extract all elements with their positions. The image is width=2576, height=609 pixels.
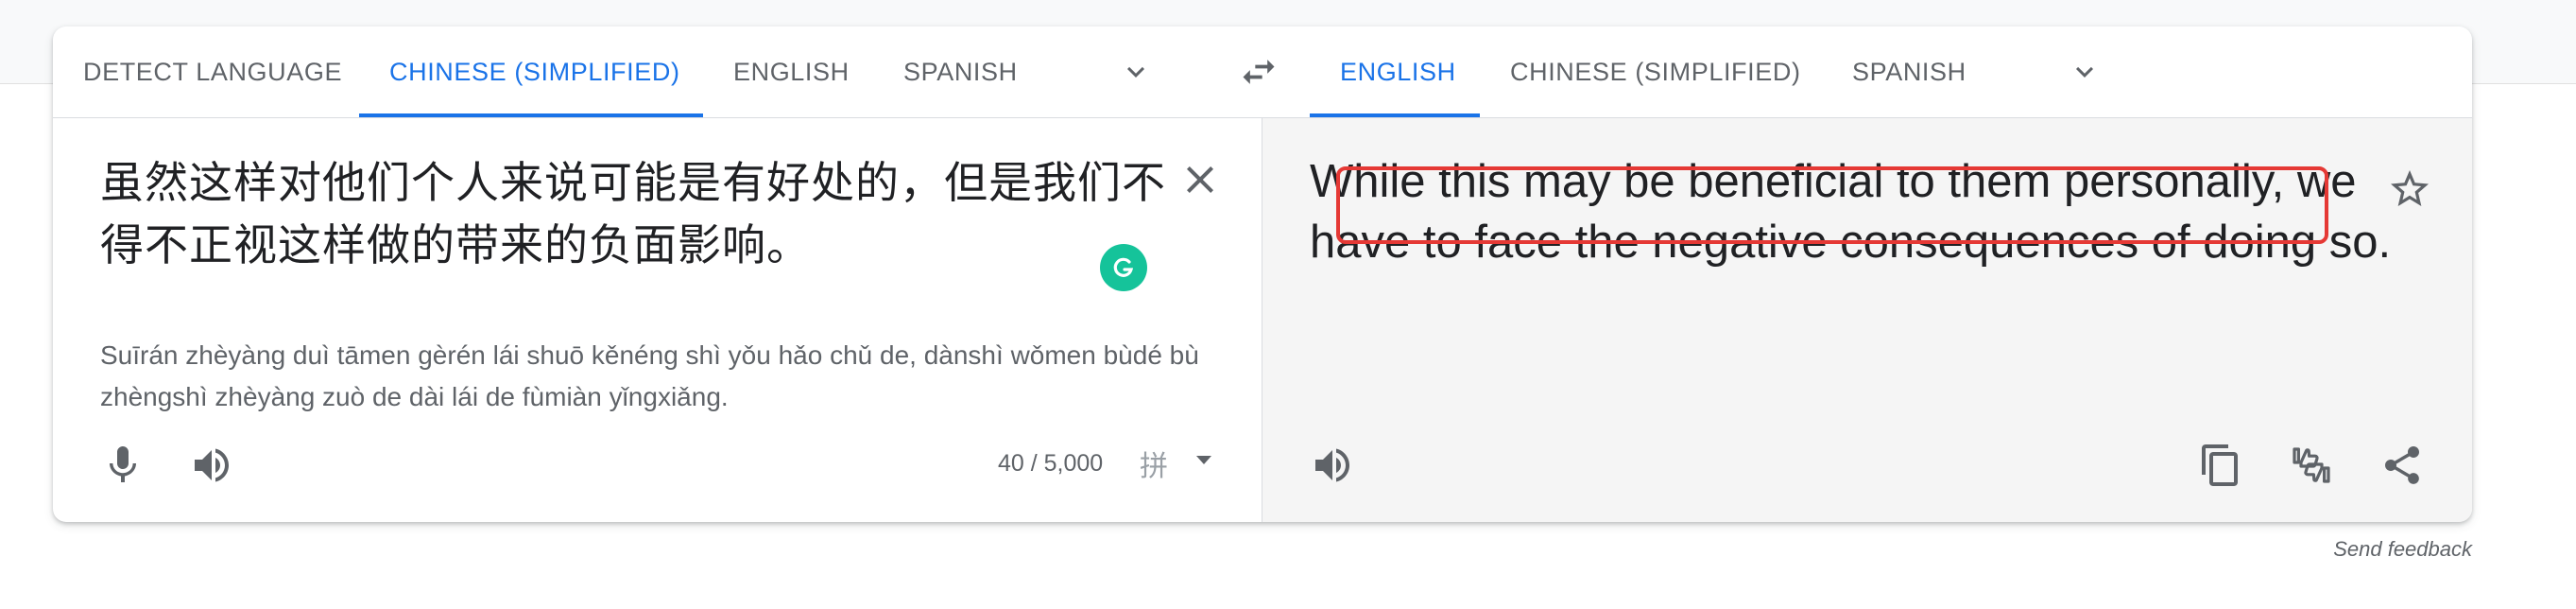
tab-target-spanish[interactable]: SPANISH [1852, 26, 1966, 117]
source-tab-underline [359, 113, 703, 117]
microphone-icon[interactable] [100, 443, 146, 488]
input-method-button[interactable]: 拼 [1140, 443, 1168, 484]
send-feedback-link[interactable]: Send feedback [2333, 537, 2472, 562]
share-icon[interactable] [2379, 443, 2425, 488]
thumbs-rate-icon[interactable] [2289, 443, 2334, 488]
character-counter: 40 / 5,000 [998, 450, 1104, 477]
tab-target-english[interactable]: ENGLISH [1340, 26, 1456, 117]
tab-source-chinese-simplified[interactable]: CHINESE (SIMPLIFIED) [389, 26, 680, 117]
target-speaker-icon[interactable] [1310, 443, 1355, 488]
star-icon[interactable] [2387, 166, 2432, 212]
tab-source-spanish[interactable]: SPANISH [903, 26, 1018, 117]
close-icon[interactable] [1177, 157, 1223, 202]
target-more-languages-chevron-down-icon[interactable] [2068, 55, 2102, 89]
language-tab-bar: DETECT LANGUAGE CHINESE (SIMPLIFIED) ENG… [53, 26, 2472, 118]
input-method-dropdown-icon[interactable] [1196, 456, 1211, 464]
target-tab-underline [1310, 113, 1480, 117]
tab-source-english[interactable]: ENGLISH [733, 26, 850, 117]
source-more-languages-chevron-down-icon[interactable] [1119, 55, 1153, 89]
source-speaker-icon[interactable] [189, 443, 234, 488]
translate-card: DETECT LANGUAGE CHINESE (SIMPLIFIED) ENG… [53, 26, 2472, 522]
tab-target-chinese-simplified[interactable]: CHINESE (SIMPLIFIED) [1510, 26, 1801, 117]
source-transliteration: Suīrán zhèyàng duì tāmen gèrén lái shuō … [100, 340, 1199, 411]
copy-icon[interactable] [2198, 443, 2243, 488]
swap-languages-icon[interactable] [1238, 51, 1279, 93]
source-text-input[interactable]: 虽然这样对他们个人来说可能是有好处的，但是我们不得不正视这样做的带来的负面影响。 [100, 151, 1196, 276]
tab-detect-language[interactable]: DETECT LANGUAGE [83, 26, 342, 117]
highlight-annotation-box [1336, 166, 2328, 244]
grammarly-icon[interactable] [1100, 244, 1147, 291]
